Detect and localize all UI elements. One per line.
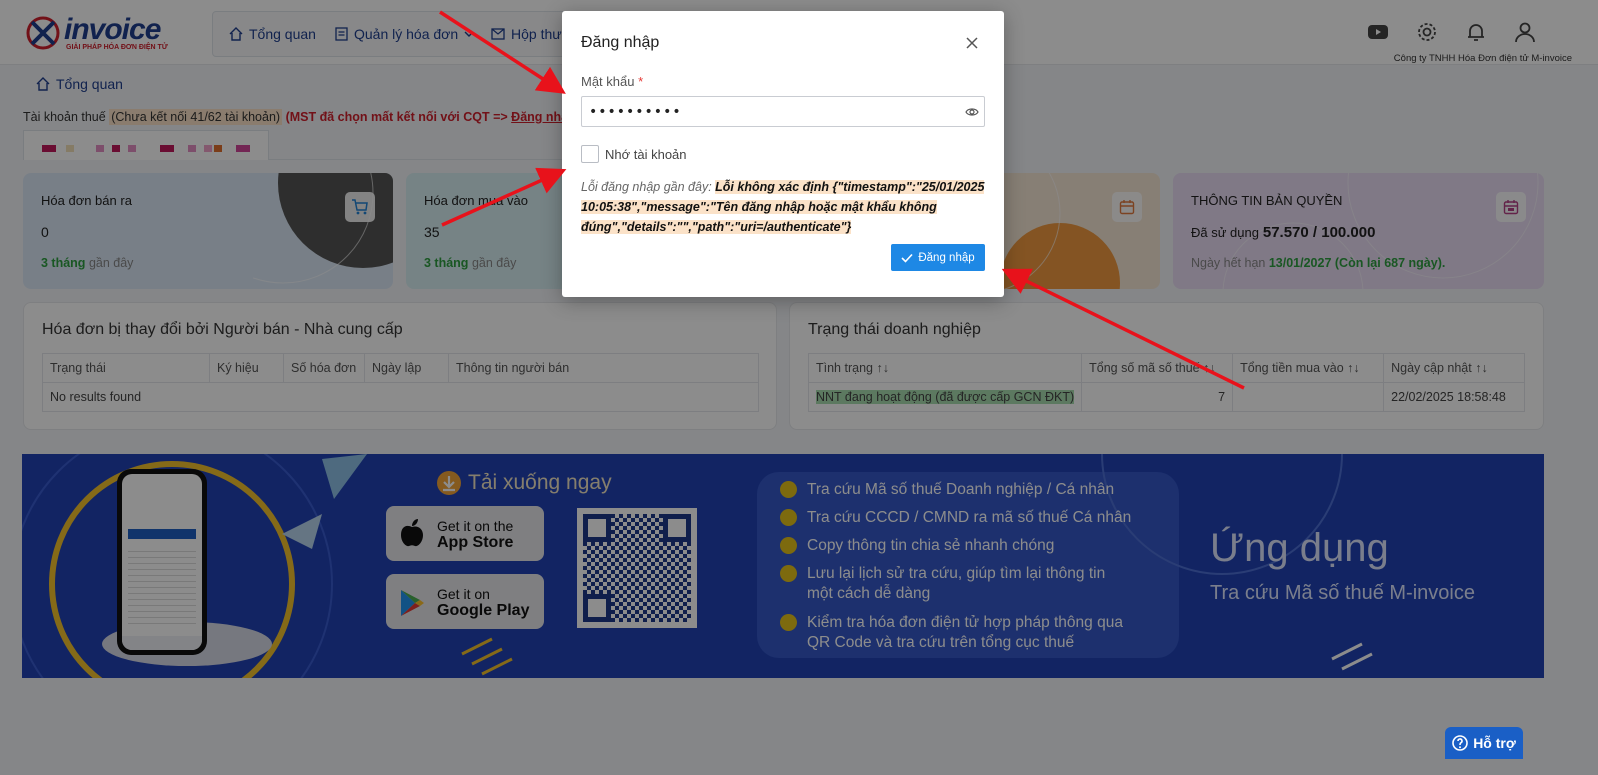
login-dialog: Đăng nhập Mật khẩu * Nhớ tài khoản Lỗi đ…	[562, 11, 1004, 297]
remember-label[interactable]: Nhớ tài khoản	[605, 147, 687, 162]
password-label: Mật khẩu *	[581, 74, 644, 89]
check-icon	[901, 253, 913, 263]
help-button[interactable]: Hỗ trợ	[1445, 727, 1523, 759]
login-error-message: Lỗi đăng nhập gần đây: Lỗi không xác địn…	[581, 180, 985, 234]
password-field[interactable]	[581, 96, 985, 127]
login-button[interactable]: Đăng nhập	[891, 244, 985, 271]
question-icon	[1452, 735, 1468, 751]
close-icon[interactable]	[964, 35, 980, 51]
dialog-title: Đăng nhập	[581, 34, 660, 51]
remember-checkbox[interactable]	[581, 145, 599, 163]
eye-icon[interactable]	[965, 106, 979, 118]
